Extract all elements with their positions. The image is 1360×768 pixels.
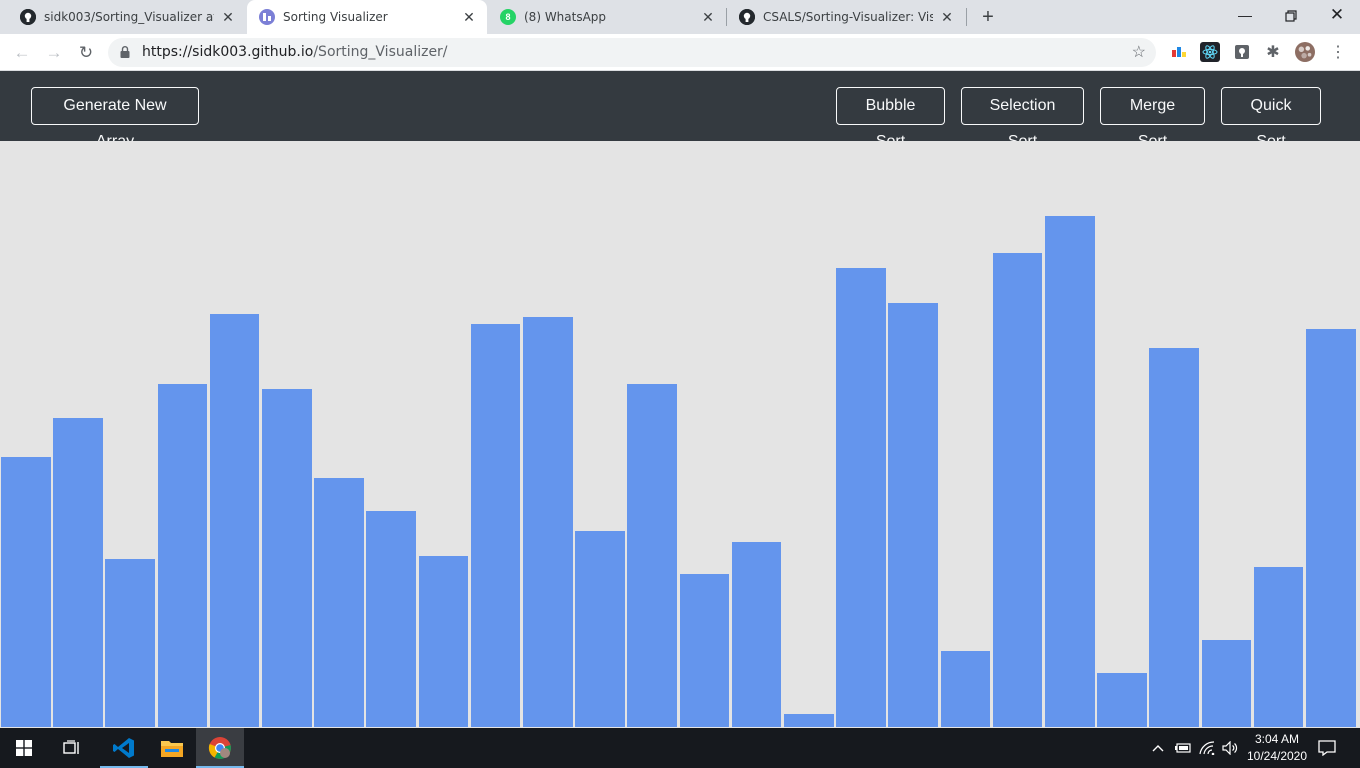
array-bar [731, 542, 782, 727]
array-bar [418, 556, 469, 727]
array-bar [679, 574, 730, 727]
minimize-icon[interactable]: — [1222, 0, 1268, 30]
lock-icon [120, 46, 130, 58]
tab-separator [966, 8, 967, 26]
close-tab-icon[interactable]: ✕ [461, 9, 477, 25]
array-bar [314, 478, 364, 727]
array-bar [992, 253, 1043, 727]
array-bar [1201, 640, 1252, 727]
back-icon[interactable]: ← [8, 39, 36, 67]
new-tab-button[interactable]: + [976, 5, 1000, 29]
browser-toolbar: ← → ↻ https://sidk003.github.io/Sorting_… [0, 34, 1360, 71]
show-hidden-icons-icon[interactable] [1152, 728, 1164, 768]
array-bar [523, 317, 573, 727]
array-bar [1045, 216, 1095, 727]
github-icon [739, 9, 755, 25]
notifications-icon[interactable] [1318, 728, 1336, 768]
bookmark-star-icon[interactable]: ☆ [1132, 38, 1146, 67]
extension-shield-icon[interactable] [1232, 42, 1252, 62]
array-bar [940, 651, 991, 727]
extensions-puzzle-icon[interactable]: ✱ [1263, 42, 1283, 62]
forward-icon[interactable]: → [40, 39, 68, 67]
array-bar [575, 531, 625, 727]
array-bars-container [0, 141, 1360, 727]
extension-colors-icon[interactable] [1169, 42, 1189, 62]
quick-sort-button[interactable]: Quick Sort [1221, 87, 1321, 150]
browser-tab-2[interactable]: Sorting Visualizer ✕ [247, 0, 487, 34]
array-bar [105, 559, 155, 727]
whatsapp-icon: 8 [500, 9, 516, 25]
url-text: https://sidk003.github.io/Sorting_Visual… [142, 38, 448, 67]
tab-title: sidk003/Sorting_Visualizer at ma [44, 10, 214, 24]
array-bar [1306, 329, 1356, 727]
selection-sort-button[interactable]: Selection Sort [961, 87, 1084, 150]
battery-icon[interactable] [1174, 728, 1192, 768]
array-bar [470, 324, 521, 727]
browser-tab-4[interactable]: CSALS/Sorting-Visualizer: Visuali ✕ [727, 0, 965, 34]
array-bar [888, 303, 938, 727]
browser-tab-3[interactable]: 8 (8) WhatsApp ✕ [488, 0, 726, 34]
app-navbar: Generate New Array Bubble Sort Selection… [0, 71, 1360, 150]
chrome-icon[interactable] [196, 728, 244, 768]
close-tab-icon[interactable]: ✕ [939, 9, 955, 25]
array-bar [836, 268, 886, 727]
system-clock[interactable]: 3:04 AM 10/24/2020 [1242, 731, 1312, 765]
react-app-icon [259, 9, 275, 25]
more-menu-icon[interactable]: ⋮ [1328, 42, 1348, 62]
browser-tab-strip: sidk003/Sorting_Visualizer at ma ✕ Sorti… [0, 0, 1360, 34]
address-bar[interactable]: https://sidk003.github.io/Sorting_Visual… [108, 38, 1156, 67]
array-bar [53, 418, 103, 727]
array-bar [1149, 348, 1199, 727]
array-bar [1, 457, 51, 727]
clock-time: 3:04 AM [1254, 732, 1300, 746]
close-window-icon[interactable]: ✕ [1314, 0, 1360, 30]
file-explorer-icon[interactable] [148, 728, 196, 768]
url-host: https://sidk003.github.io [142, 44, 314, 60]
tab-title: Sorting Visualizer [283, 10, 388, 24]
restore-icon[interactable] [1268, 0, 1314, 30]
generate-new-array-button[interactable]: Generate New Array [31, 87, 199, 150]
array-bar [1097, 673, 1147, 727]
windows-start-icon[interactable] [0, 728, 48, 768]
array-bar [366, 511, 416, 727]
react-devtools-icon[interactable] [1200, 42, 1220, 62]
array-bar [157, 384, 208, 727]
tab-title: (8) WhatsApp [524, 10, 607, 24]
browser-tab-1[interactable]: sidk003/Sorting_Visualizer at ma ✕ [8, 0, 246, 34]
vscode-icon[interactable] [100, 728, 148, 768]
url-path: /Sorting_Visualizer/ [313, 44, 448, 60]
array-bar [1253, 567, 1304, 727]
array-bar [209, 314, 260, 727]
wifi-icon[interactable] [1199, 728, 1215, 768]
task-view-icon[interactable] [48, 728, 96, 768]
bubble-sort-button[interactable]: Bubble Sort [836, 87, 945, 150]
array-bar [262, 389, 312, 727]
windows-taskbar: 3:04 AM 10/24/2020 [0, 728, 1360, 768]
close-tab-icon[interactable]: ✕ [700, 9, 716, 25]
close-tab-icon[interactable]: ✕ [220, 9, 236, 25]
array-bar [627, 384, 677, 727]
avatar[interactable] [1295, 42, 1315, 62]
github-icon [20, 9, 36, 25]
volume-icon[interactable] [1222, 728, 1238, 768]
tab-title: CSALS/Sorting-Visualizer: Visuali [763, 10, 933, 24]
array-bar [784, 714, 834, 727]
reload-icon[interactable]: ↻ [72, 39, 100, 67]
clock-date: 10/24/2020 [1246, 749, 1308, 763]
merge-sort-button[interactable]: Merge Sort [1100, 87, 1205, 150]
